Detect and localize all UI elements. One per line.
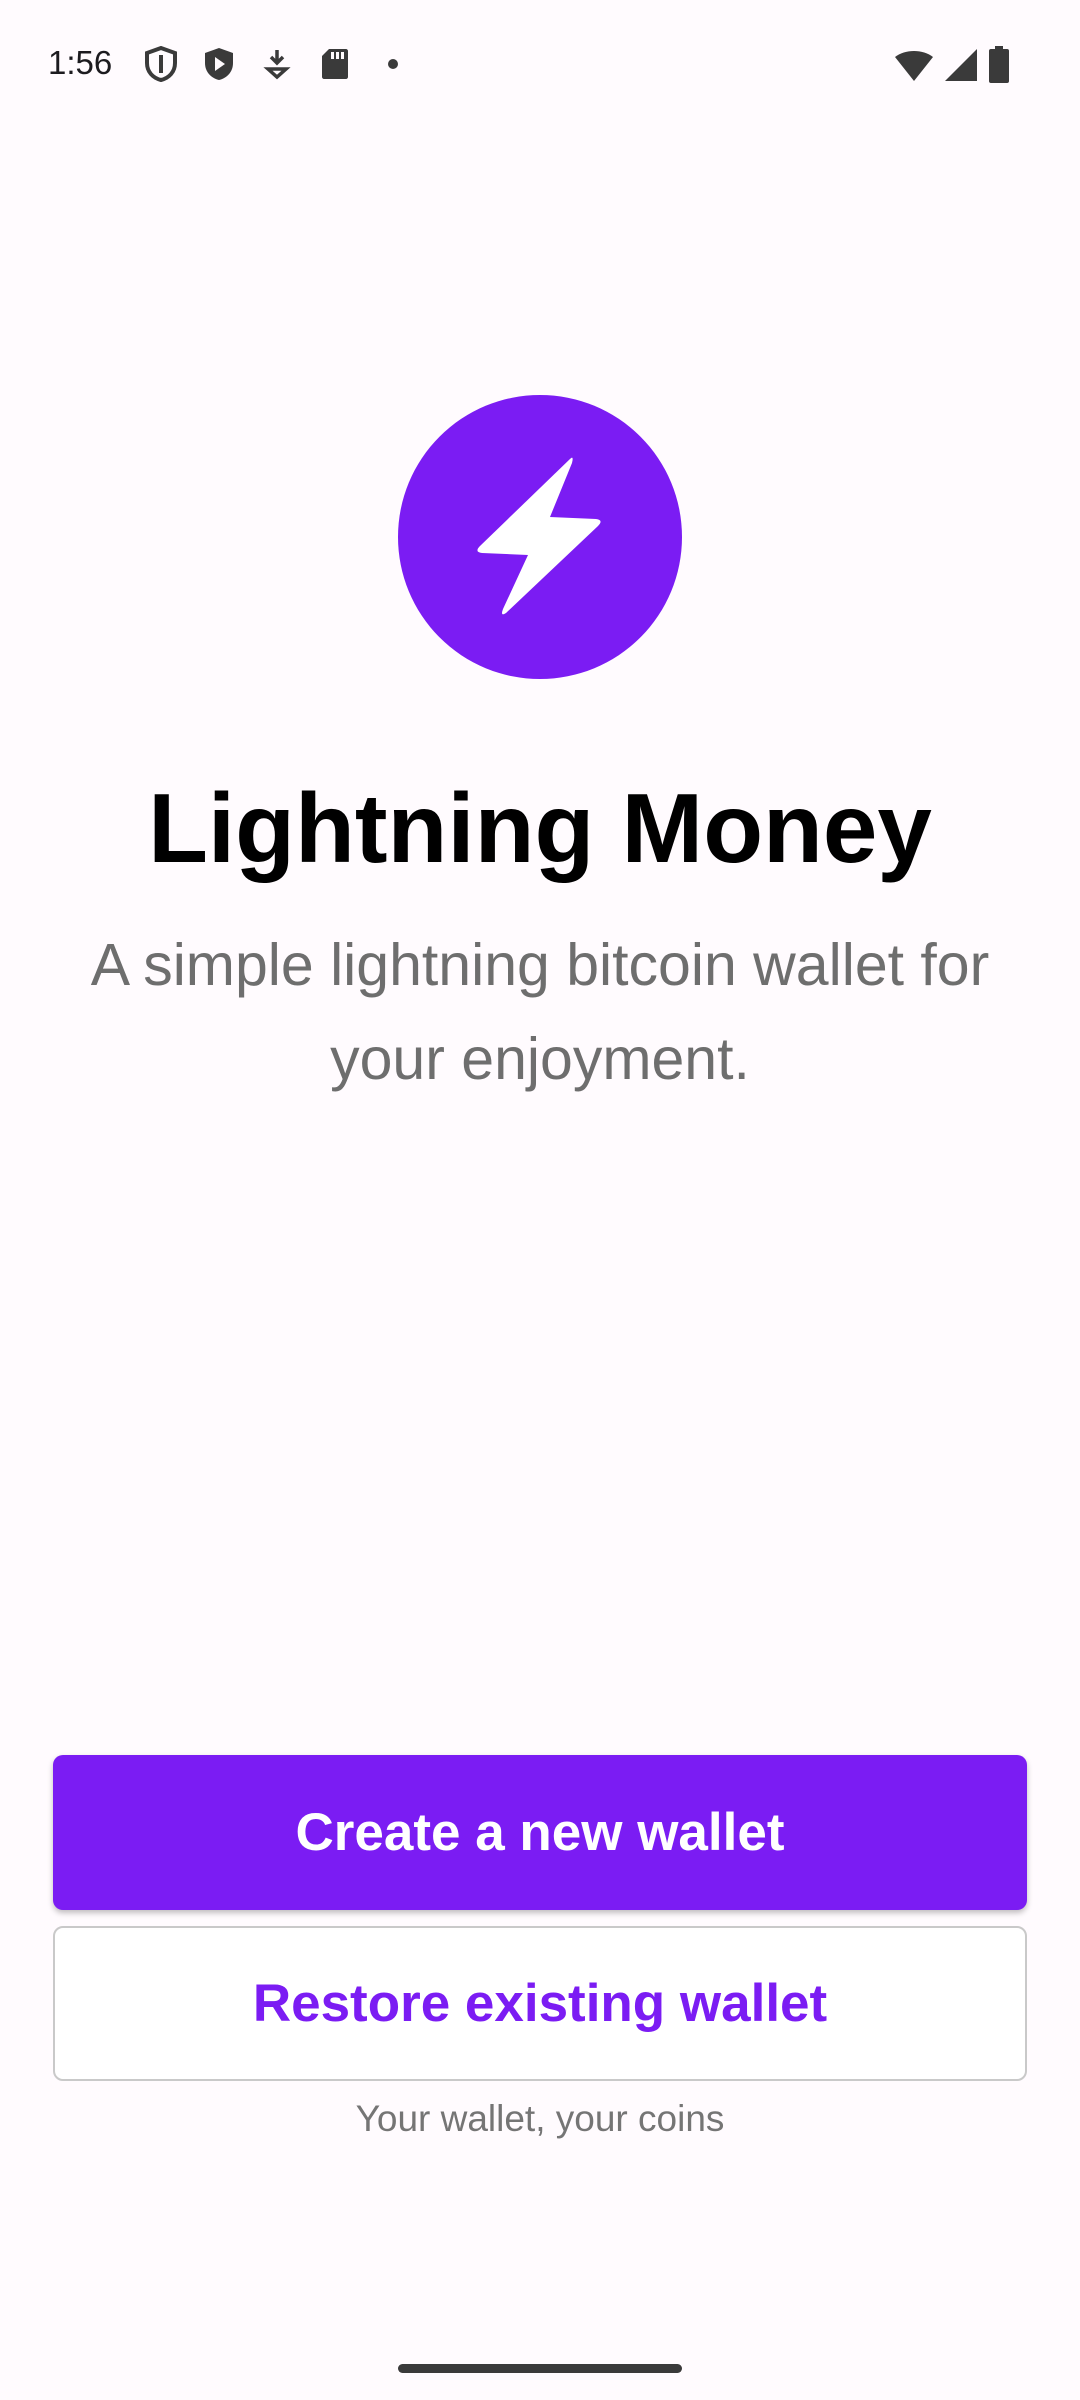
welcome-screen: 1:56 Lightning Money A simple lightning … [0,0,1080,2400]
restore-wallet-button[interactable]: Restore existing wallet [53,1926,1027,2081]
app-logo [398,395,682,679]
notification-icons [143,46,411,82]
app-title: Lightning Money [148,773,932,883]
cell-signal-icon [944,48,978,87]
download-icon [259,46,295,82]
dot-icon [375,46,411,82]
create-wallet-button[interactable]: Create a new wallet [53,1755,1027,1910]
status-bar: 1:56 [0,0,1080,130]
system-status-icons [894,46,1010,89]
tagline: Your wallet, your coins [355,2098,725,2139]
status-time: 1:56 [48,44,113,81]
app-subtitle: A simple lightning bitcoin wallet for yo… [90,932,990,1092]
shield-outline-icon [143,46,179,82]
wifi-icon [894,48,934,87]
sd-card-icon [317,46,353,82]
play-protect-icon [201,46,237,82]
home-gesture-bar[interactable] [398,2364,682,2373]
lightning-bolt-icon [470,455,610,620]
battery-icon [988,46,1010,89]
